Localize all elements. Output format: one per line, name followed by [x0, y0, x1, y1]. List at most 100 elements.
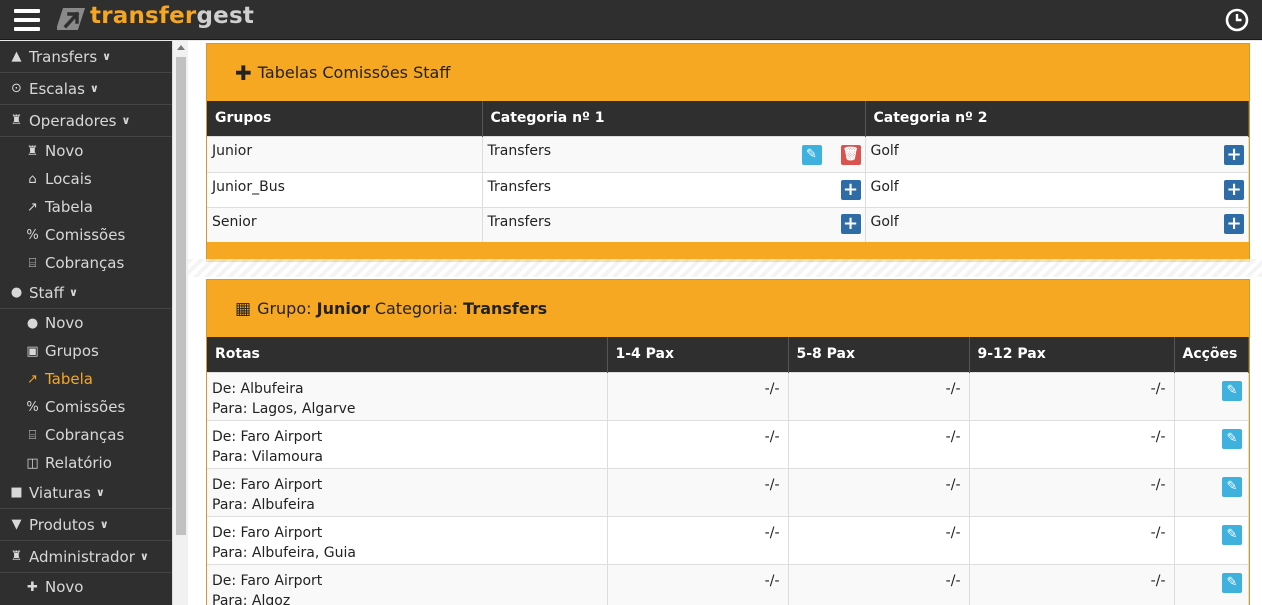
chess-icon: ♜ [26, 143, 39, 159]
sidebar-item-label: Transfers [29, 47, 98, 66]
route-to: Para: Algoz [212, 592, 291, 605]
scroll-up-arrow-icon[interactable] [177, 45, 185, 50]
route-cell: De: Faro Airport Para: Vilamoura [207, 419, 608, 468]
cat2-label: Golf [870, 178, 899, 195]
sidebar-item-label: Produtos [29, 515, 95, 534]
sidebar-item-cobran-as[interactable]: ⌸ Cobranças [0, 421, 172, 449]
col-header-categoria-1: Categoria nº 1 [482, 101, 866, 136]
cat1-cell: Transfers + [482, 206, 866, 242]
price-5-8: -/- [788, 515, 970, 564]
add-button[interactable]: + [1224, 144, 1244, 165]
cat1-label: Transfers [487, 142, 552, 159]
sidebar-item-comiss-es[interactable]: % Comissões [0, 393, 172, 421]
plus-icon[interactable]: ✚ [235, 61, 252, 85]
cat1-cell: Transfers + [482, 171, 866, 207]
app-logo[interactable]: transfergest [90, 3, 254, 29]
col-header-1-4-pax: 1-4 Pax [607, 337, 789, 372]
price-5-8: -/- [788, 467, 970, 516]
user-icon: ● [26, 315, 39, 331]
edit-icon[interactable]: ✎ [1222, 524, 1242, 545]
clock-icon[interactable] [1225, 8, 1249, 32]
sidebar-item-novo[interactable]: ✚ Novo [0, 573, 172, 601]
add-button[interactable]: + [840, 179, 861, 200]
chevron-down-icon: ∨ [102, 49, 112, 63]
cat2-cell: Golf + [865, 171, 1249, 207]
cat2-cell: Golf + [865, 135, 1249, 172]
group-prefix: Grupo: [257, 299, 312, 318]
edit-icon[interactable]: ✎ [1222, 572, 1242, 593]
add-button[interactable]: + [1224, 179, 1244, 200]
group-icon: ▣ [26, 343, 39, 359]
price-9-12: -/- [969, 563, 1175, 605]
main-content: ✚ Tabelas Comissões Staff Grupos Categor… [188, 41, 1262, 605]
price-1-4: -/- [607, 371, 789, 420]
cat2-cell: Golf + [865, 206, 1249, 242]
route-cell: De: Faro Airport Para: Albufeira, Guia [207, 515, 608, 564]
sidebar-item-label: Viaturas [29, 483, 91, 502]
sidebar-item-relat-rio[interactable]: ◫ Relatório [0, 449, 172, 477]
sidebar-item-label: Locais [45, 169, 92, 188]
sidebar-item-cobran-as[interactable]: ⌸ Cobranças [0, 249, 172, 277]
sidebar-item-transfers[interactable]: ▲ Transfers ∨ [0, 41, 172, 73]
scroll-thumb[interactable] [176, 57, 186, 535]
grupo-cell: Junior_Bus [207, 171, 483, 207]
edit-icon[interactable]: ✎ [1222, 428, 1242, 449]
chevron-down-icon: ∨ [121, 113, 131, 127]
sidebar-item-tabela[interactable]: ↗ Tabela [0, 365, 172, 393]
sidebar-item-novo[interactable]: ♜ Novo [0, 137, 172, 165]
sidebar-item-administrador[interactable]: ♜ Administrador ∨ [0, 541, 172, 573]
chess-icon: ♜ [10, 112, 23, 128]
cat1-label: Transfers [487, 213, 552, 230]
price-9-12: -/- [969, 467, 1175, 516]
price-5-8: -/- [788, 563, 970, 605]
route-from: De: Faro Airport [212, 524, 323, 541]
sidebar-item-label: Novo [45, 141, 84, 160]
columns-icon: ◫ [26, 455, 39, 471]
chevron-down-icon: ∨ [139, 549, 149, 563]
table-row: De: Faro Airport Para: Algoz -/- -/- -/- ✎ [207, 563, 1249, 605]
price-1-4: -/- [607, 563, 789, 605]
admin-icon: ♜ [10, 548, 23, 564]
table-row: De: Faro Airport Para: Albufeira -/- -/- -/-… [207, 467, 1249, 516]
commission-tables-panel: ✚ Tabelas Comissões Staff Grupos Categor… [206, 43, 1250, 262]
add-button[interactable]: + [840, 213, 861, 234]
sidebar-item-label: Escalas [29, 79, 85, 98]
bank-icon: ⌸ [28, 427, 37, 443]
cart-icon: ▼ [11, 516, 22, 532]
menu-icon[interactable] [14, 9, 40, 31]
logo-arrow-icon [57, 8, 85, 30]
col-header-5-8-pax: 5-8 Pax [788, 337, 970, 372]
sidebar-item-operadores[interactable]: ♜ Operadores ∨ [0, 105, 172, 137]
route-from: De: Faro Airport [212, 428, 323, 445]
calculator-icon: ▦ [235, 298, 252, 319]
sidebar-item-locais[interactable]: ⌂ Locais [0, 165, 172, 193]
panel-header: ▦ Grupo: Junior Categoria: Transfers [207, 280, 1249, 337]
cat1-cell: Transfers ✎ 🗑 [482, 135, 866, 172]
sidebar-item-tabela[interactable]: ↗ Tabela [0, 193, 172, 221]
add-button[interactable]: + [1224, 213, 1244, 234]
sidebar-item-label: Tabela [45, 197, 93, 216]
sidebar-item-label: Relatório [45, 453, 112, 472]
sidebar-item-viaturas[interactable]: ■ Viaturas ∨ [0, 477, 172, 509]
sidebar-scrollbar[interactable] [172, 41, 188, 605]
price-9-12: -/- [969, 419, 1175, 468]
background-pattern [188, 259, 1262, 277]
sidebar-item-produtos[interactable]: ▼ Produtos ∨ [0, 509, 172, 541]
sidebar-item-escalas[interactable]: ⊙ Escalas ∨ [0, 73, 172, 105]
sidebar-item-label: Cobranças [45, 425, 125, 444]
sidebar-item-grupos[interactable]: ▣ Grupos [0, 337, 172, 365]
route-to: Para: Vilamoura [212, 448, 323, 465]
bus-icon: ■ [10, 484, 23, 500]
delete-icon[interactable]: 🗑 [840, 144, 861, 165]
sidebar-item-label: Operadores [29, 111, 117, 130]
edit-icon[interactable]: ✎ [1222, 380, 1242, 401]
sidebar-item-comiss-es[interactable]: % Comissões [0, 221, 172, 249]
sidebar-item-staff[interactable]: ● Staff ∨ [0, 277, 172, 309]
sidebar-item-novo[interactable]: ● Novo [0, 309, 172, 337]
chevron-down-icon: ∨ [95, 485, 105, 499]
edit-icon[interactable]: ✎ [1222, 476, 1242, 497]
grupo-cell: Junior [207, 135, 483, 172]
cat1-label: Transfers [487, 178, 552, 195]
edit-icon[interactable]: ✎ [801, 144, 822, 165]
sidebar-item-label: Grupos [45, 341, 99, 360]
